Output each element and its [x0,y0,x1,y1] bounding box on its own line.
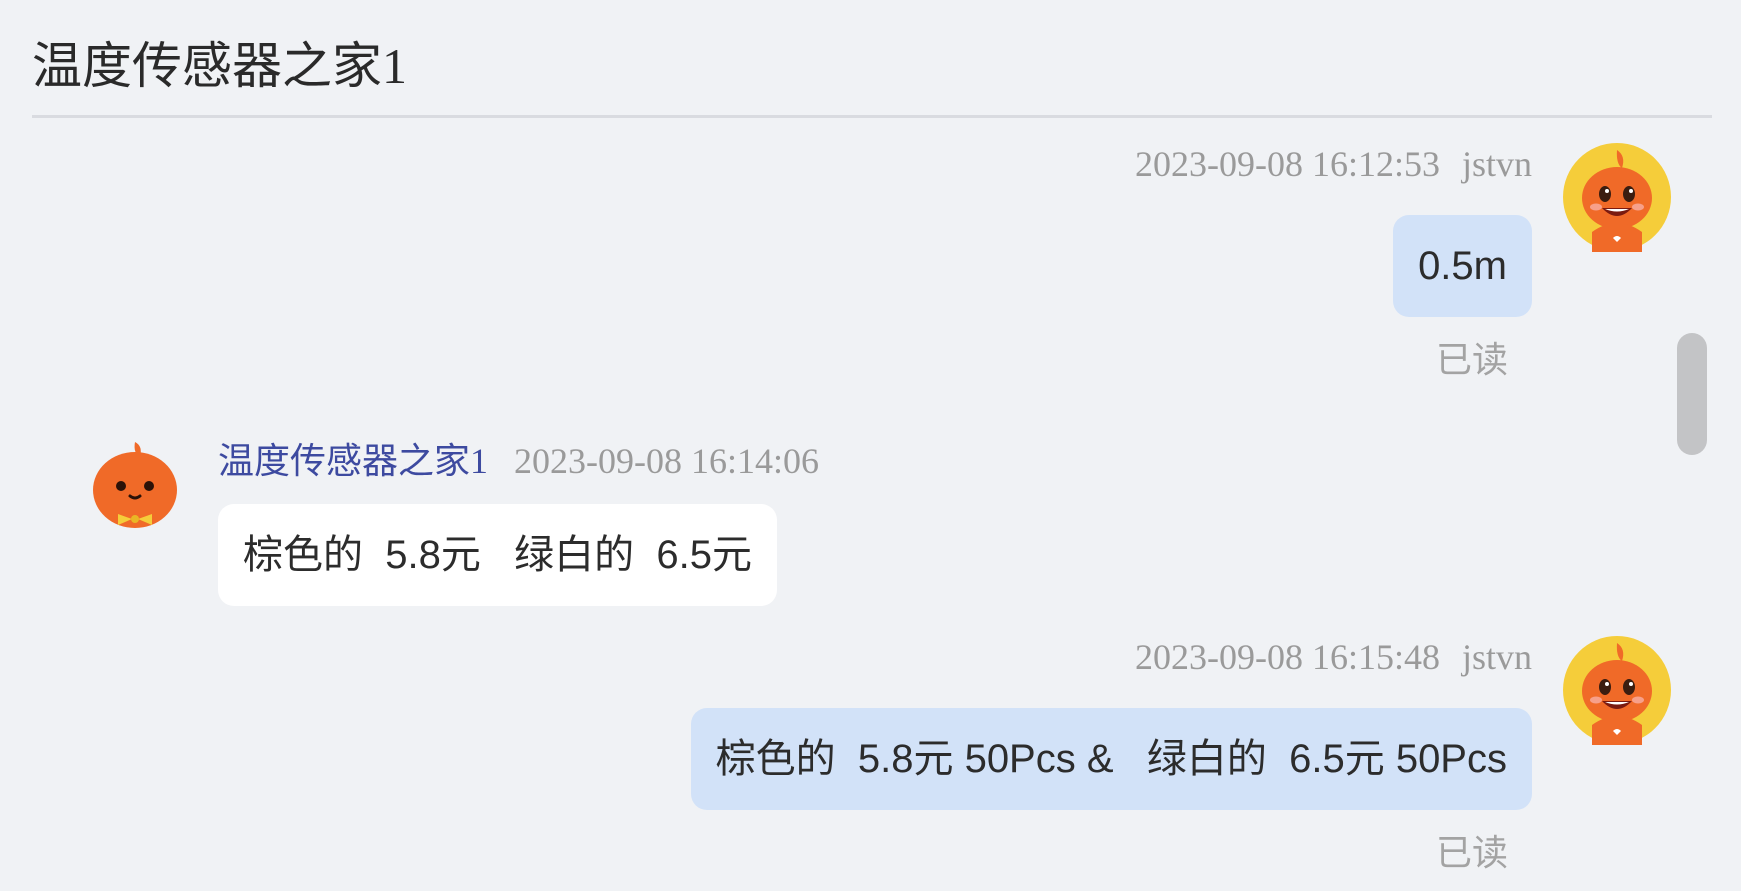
message-sender: jstvn [1461,144,1532,184]
message-timestamp: 2023-09-08 16:15:48 [1135,637,1440,677]
user-avatar[interactable] [1562,142,1672,252]
message-meta: 温度传感器之家1 2023-09-08 16:14:06 [218,432,819,484]
orange-mascot-avatar-icon [1563,143,1671,252]
message-bubble-outgoing[interactable]: 0.5m [1393,215,1532,317]
message-meta: 2023-09-08 16:12:53 jstvn [1135,143,1532,185]
read-status: 已读 [1435,339,1508,380]
message-timestamp: 2023-09-08 16:14:06 [514,441,819,481]
orange-mascot-avatar-icon [1563,636,1671,745]
message-meta: 2023-09-08 16:15:48 jstvn [1135,636,1532,678]
contact-avatar[interactable] [80,430,190,540]
scrollbar-thumb[interactable] [1677,333,1707,455]
chat-window: 温度传感器之家1 2023-09-08 16:12:53 jstvn 0.5m 已… [0,0,1741,891]
message-bubble-incoming[interactable]: 棕色的 5.8元 绿白的 6.5元 [218,504,778,606]
read-status: 已读 [1435,832,1508,873]
message-sender: jstvn [1461,637,1532,677]
chat-header: 温度传感器之家1 [32,0,1712,118]
message-bubble-outgoing[interactable]: 棕色的 5.8元 50Pcs & 绿白的 6.5元 50Pcs [690,708,1532,810]
message-sender[interactable]: 温度传感器之家1 [218,441,488,481]
user-avatar[interactable] [1562,635,1672,745]
message-timestamp: 2023-09-08 16:12:53 [1135,144,1440,184]
orange-pumpkin-bowtie-avatar-icon [81,431,189,539]
chat-title: 温度传感器之家1 [32,38,407,94]
